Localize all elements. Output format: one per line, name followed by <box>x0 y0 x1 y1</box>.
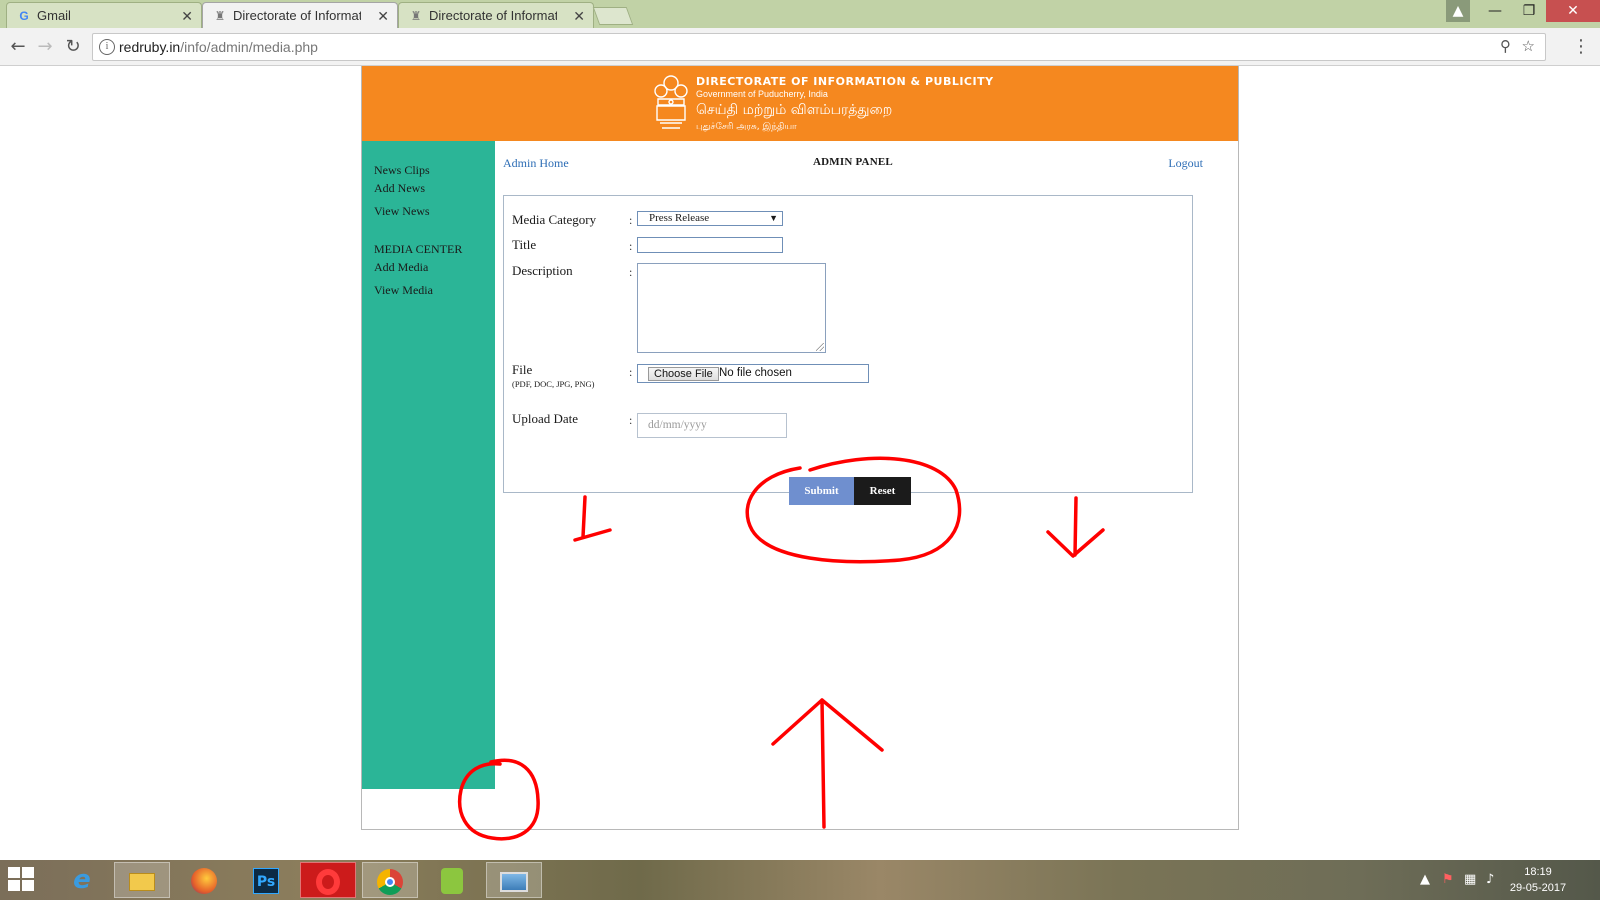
reset-button[interactable]: Reset <box>854 477 911 505</box>
minimize-icon[interactable]: — <box>1478 0 1512 22</box>
internet-explorer-icon[interactable]: e <box>54 862 110 898</box>
emblem-icon: ♜ <box>410 9 422 23</box>
tab-directorate[interactable]: ♜ Directorate of Informatic ✕ <box>398 2 594 28</box>
close-icon[interactable]: ✕ <box>181 3 193 28</box>
address-bar[interactable]: i redruby.in/info/admin/media.php ⚲ ☆ <box>92 33 1546 61</box>
tab-title: Gmail <box>37 8 71 23</box>
file-explorer-icon[interactable] <box>114 862 170 898</box>
google-icon: G <box>19 9 29 23</box>
admin-home-link[interactable]: Admin Home <box>503 156 569 171</box>
action-center-flag-icon[interactable]: ⚑ <box>1442 872 1454 887</box>
header-subtitle-english: Government of Puducherry, India <box>696 89 828 99</box>
description-label: Description <box>512 263 573 278</box>
zoom-icon[interactable]: ⚲ <box>1500 37 1511 55</box>
chrome-icon[interactable] <box>362 862 418 898</box>
media-category-select[interactable]: Press Release ▼ <box>637 211 783 226</box>
firefox-icon[interactable] <box>176 862 232 898</box>
resize-grip-icon[interactable] <box>816 343 824 351</box>
logout-link[interactable]: Logout <box>1168 156 1203 171</box>
site-header: DIRECTORATE OF INFORMATION & PUBLICITY G… <box>362 66 1238 141</box>
colon-separator: : <box>629 213 633 227</box>
info-icon[interactable]: i <box>99 39 115 55</box>
dropdown-arrow-icon: ▼ <box>769 213 778 223</box>
emblem-icon: ♜ <box>214 9 226 23</box>
close-icon[interactable]: ✕ <box>377 3 389 28</box>
url-path: /info/admin/media.php <box>180 39 318 55</box>
chevron-up-icon[interactable]: ▲ <box>1420 872 1430 887</box>
sidebar-item-add-news[interactable]: Add News <box>374 181 425 196</box>
window-close-icon[interactable]: ✕ <box>1546 0 1600 22</box>
tab-directorate-active[interactable]: ♜ Directorate of Informatic ✕ <box>202 2 398 28</box>
choose-file-button[interactable]: Choose File <box>648 367 719 381</box>
photoshop-label: Ps <box>253 867 279 894</box>
file-status: No file chosen <box>719 367 792 379</box>
user-icon[interactable]: ▲ <box>1446 0 1470 22</box>
taskbar: e Ps ▲ ⚑ ▦ ♪ 18:19 29-05-2017 <box>0 860 1600 900</box>
bookmark-star-icon[interactable]: ☆ <box>1522 37 1535 55</box>
forward-icon[interactable]: → <box>34 36 56 58</box>
admin-topbar: Admin Home ADMIN PANEL Logout <box>503 156 1203 176</box>
browser-tab-strip: G Gmail ✕ ♜ Directorate of Informatic ✕ … <box>0 0 1600 28</box>
sidebar-item-view-media[interactable]: View Media <box>374 283 433 298</box>
colon-separator: : <box>629 239 633 253</box>
tab-gmail[interactable]: G Gmail ✕ <box>6 2 202 28</box>
browser-toolbar: ← → ↻ i redruby.in/info/admin/media.php … <box>0 28 1600 66</box>
title-label: Title <box>512 237 537 252</box>
reload-icon[interactable]: ↻ <box>62 36 84 58</box>
menu-icon[interactable]: ⋮ <box>1572 36 1590 58</box>
sidebar-heading-news[interactable]: News Clips <box>374 163 430 178</box>
sidebar-heading-media: MEDIA CENTER <box>374 242 463 256</box>
network-icon[interactable]: ▦ <box>1464 872 1476 887</box>
upload-date-input[interactable]: dd/mm/yyyy <box>637 413 787 438</box>
volume-icon[interactable]: ♪ <box>1486 872 1494 887</box>
colon-separator: : <box>629 365 633 379</box>
media-form: Media Category : Press Release ▼ Title :… <box>503 195 1193 493</box>
submit-button[interactable]: Submit <box>789 477 854 505</box>
back-icon[interactable]: ← <box>7 36 29 58</box>
page-title: ADMIN PANEL <box>813 156 893 168</box>
system-tray: ▲ ⚑ ▦ ♪ 18:19 29-05-2017 <box>1400 860 1600 900</box>
colon-separator: : <box>629 265 633 279</box>
new-tab-button[interactable] <box>592 7 634 25</box>
file-input[interactable]: Choose File No file chosen <box>637 364 869 383</box>
photos-icon[interactable] <box>486 862 542 898</box>
emblem-icon <box>654 75 688 129</box>
file-label: File <box>512 362 533 377</box>
sidebar-item-view-news[interactable]: View News <box>374 204 430 219</box>
sidebar-item-add-media[interactable]: Add Media <box>374 260 428 275</box>
tab-title: Directorate of Informatic <box>233 8 361 23</box>
photoshop-icon[interactable]: Ps <box>238 862 294 898</box>
page-container: DIRECTORATE OF INFORMATION & PUBLICITY G… <box>361 66 1239 830</box>
file-type-hint: (PDF, DOC, JPG, PNG) <box>512 379 595 389</box>
tab-title: Directorate of Informatic <box>429 8 557 23</box>
selected-category: Press Release <box>649 212 710 224</box>
header-title-tamil: செய்தி மற்றும் விளம்பரத்துறை <box>696 102 893 118</box>
app-icon[interactable] <box>424 862 480 898</box>
media-category-label: Media Category <box>512 212 597 227</box>
header-subtitle-tamil: புதுச்சேரி அரசு, இந்தியா <box>696 122 797 132</box>
opera-icon[interactable] <box>300 862 356 898</box>
clock-date[interactable]: 29-05-2017 <box>1508 882 1568 894</box>
close-icon[interactable]: ✕ <box>573 3 585 28</box>
url-host: redruby.in <box>119 39 181 55</box>
header-title-english: DIRECTORATE OF INFORMATION & PUBLICITY <box>696 75 994 88</box>
upload-date-label: Upload Date <box>512 411 579 426</box>
sidebar: News Clips Add News View News MEDIA CENT… <box>362 141 495 789</box>
url-text: redruby.in/info/admin/media.php <box>119 34 318 60</box>
title-input[interactable] <box>637 237 783 253</box>
description-textarea[interactable] <box>637 263 826 353</box>
clock-time[interactable]: 18:19 <box>1508 866 1568 878</box>
start-icon[interactable] <box>8 867 36 893</box>
colon-separator: : <box>629 413 633 427</box>
maximize-icon[interactable]: ❐ <box>1512 0 1546 22</box>
